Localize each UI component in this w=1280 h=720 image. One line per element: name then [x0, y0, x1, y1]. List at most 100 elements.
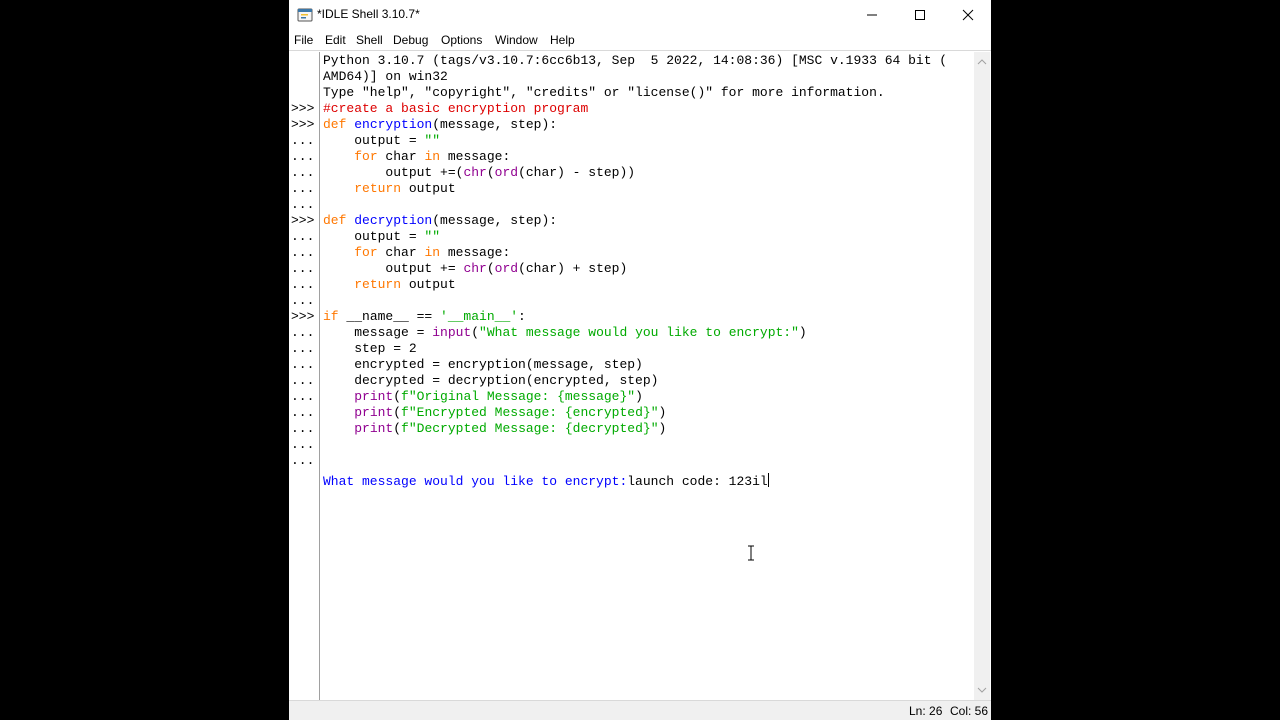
code-token: (char) - step)): [518, 165, 636, 180]
code-line: print(f"Encrypted Message: {encrypted}"): [323, 405, 666, 421]
code-token: def: [323, 117, 355, 132]
code-token: f"Original Message: {message}": [401, 389, 636, 404]
minimize-icon: [867, 14, 877, 16]
mouse-ibeam-cursor-icon: [748, 545, 754, 561]
code-token: input: [432, 325, 472, 340]
code-token: __name__ ==: [338, 309, 441, 324]
prompt-marker: ...: [291, 229, 315, 244]
menu-shell[interactable]: Shell: [356, 33, 383, 47]
banner-line-3: Type "help", "copyright", "credits" or "…: [323, 85, 885, 100]
code-line: if __name__ == '__main__':: [323, 309, 526, 325]
menu-help[interactable]: Help: [550, 33, 575, 47]
code-token: output: [401, 181, 456, 196]
prompt-marker: ...: [291, 181, 315, 196]
prompt-marker: >>>: [291, 117, 315, 132]
prompt-marker: ...: [291, 373, 315, 388]
code-token: in: [424, 245, 441, 260]
vertical-scrollbar[interactable]: [974, 52, 990, 700]
code-token: (: [393, 389, 402, 404]
shell-text-area[interactable]: Python 3.10.7 (tags/v3.10.7:6cc6b13, Sep…: [320, 52, 973, 700]
code-token: "": [424, 133, 441, 148]
code-token: (: [393, 405, 402, 420]
status-bar: Ln: 26 Col: 56: [289, 700, 991, 720]
prompt-marker: >>>: [291, 309, 315, 324]
scroll-up-arrow-icon[interactable]: [974, 54, 990, 70]
idle-shell-window: *IDLE Shell 3.10.7* File Edit Shell Debu…: [289, 0, 991, 720]
code-line: def decryption(message, step):: [323, 213, 557, 229]
code-token: output =: [323, 133, 425, 148]
code-line: print(f"Original Message: {message}"): [323, 389, 643, 405]
code-token: ): [798, 325, 807, 340]
code-line: output = "": [323, 229, 440, 245]
code-line: return output: [323, 181, 456, 197]
code-token: return: [354, 181, 402, 196]
menu-file[interactable]: File: [294, 33, 313, 47]
line-number-status: Ln: 26: [909, 704, 943, 718]
code-token: output +=(: [323, 165, 464, 180]
code-token: step = 2: [323, 341, 417, 356]
close-icon: [962, 9, 974, 21]
code-token: (message, step):: [432, 213, 558, 228]
prompt-marker: ...: [291, 437, 315, 452]
code-token: ): [635, 389, 643, 404]
code-line: output +=(chr(ord(char) - step)): [323, 165, 635, 181]
menu-options[interactable]: Options: [441, 33, 482, 47]
window-title: *IDLE Shell 3.10.7*: [317, 7, 420, 21]
code-token: decryption: [354, 213, 433, 228]
banner-line-2: AMD64)] on win32: [323, 69, 448, 84]
column-number-status: Col: 56: [950, 704, 989, 718]
prompt-marker: ...: [291, 277, 315, 292]
prompt-marker: ...: [291, 293, 315, 308]
code-token: return: [354, 277, 402, 292]
code-token: message:: [440, 245, 511, 260]
prompt-marker: ...: [291, 197, 315, 212]
minimize-button[interactable]: [849, 0, 895, 30]
code-token: ): [658, 405, 667, 420]
code-token: (: [471, 325, 480, 340]
text-cursor: [767, 473, 769, 487]
stdout-prompt-text: What message would you like to encrypt:: [323, 474, 628, 489]
close-button[interactable]: [945, 0, 991, 30]
program-output-line: What message would you like to encrypt:l…: [323, 473, 769, 489]
banner-line-1: Python 3.10.7 (tags/v3.10.7:6cc6b13, Sep…: [323, 53, 948, 68]
scroll-down-arrow-icon[interactable]: [974, 682, 990, 698]
code-line: step = 2: [323, 341, 417, 357]
code-token: '__main__': [440, 309, 519, 324]
code-line: print(f"Decrypted Message: {decrypted}"): [323, 421, 666, 437]
code-line: encrypted = encryption(message, step): [323, 357, 643, 373]
prompt-marker: ...: [291, 165, 315, 180]
code-token: encryption: [354, 117, 433, 132]
prompt-marker: ...: [291, 325, 315, 340]
code-token: (: [486, 165, 495, 180]
code-token: "What message would you like to encrypt:…: [479, 325, 799, 340]
prompt-marker: ...: [291, 245, 315, 260]
code-token: ord: [494, 261, 519, 276]
code-token: (message, step):: [432, 117, 558, 132]
maximize-button[interactable]: [897, 0, 943, 30]
menu-debug[interactable]: Debug: [393, 33, 428, 47]
code-token: :: [518, 309, 526, 324]
menu-edit[interactable]: Edit: [325, 33, 346, 47]
code-token: print: [354, 389, 394, 404]
prompt-marker: ...: [291, 405, 315, 420]
code-line: decrypted = decryption(encrypted, step): [323, 373, 658, 389]
code-token: message =: [323, 325, 433, 340]
code-token: for: [354, 149, 378, 164]
code-token: (: [393, 421, 402, 436]
code-token: output: [401, 277, 456, 292]
stdin-user-input[interactable]: launch code: 123il: [627, 474, 767, 489]
code-token: ): [658, 421, 667, 436]
code-line: return output: [323, 277, 456, 293]
code-token: output =: [323, 229, 425, 244]
title-bar[interactable]: *IDLE Shell 3.10.7*: [289, 0, 991, 30]
prompt-marker: >>>: [291, 101, 315, 116]
code-line: output += chr(ord(char) + step): [323, 261, 627, 277]
code-token: if: [323, 309, 339, 324]
menu-window[interactable]: Window: [495, 33, 538, 47]
code-token: (: [486, 261, 495, 276]
prompt-marker: ...: [291, 421, 315, 436]
